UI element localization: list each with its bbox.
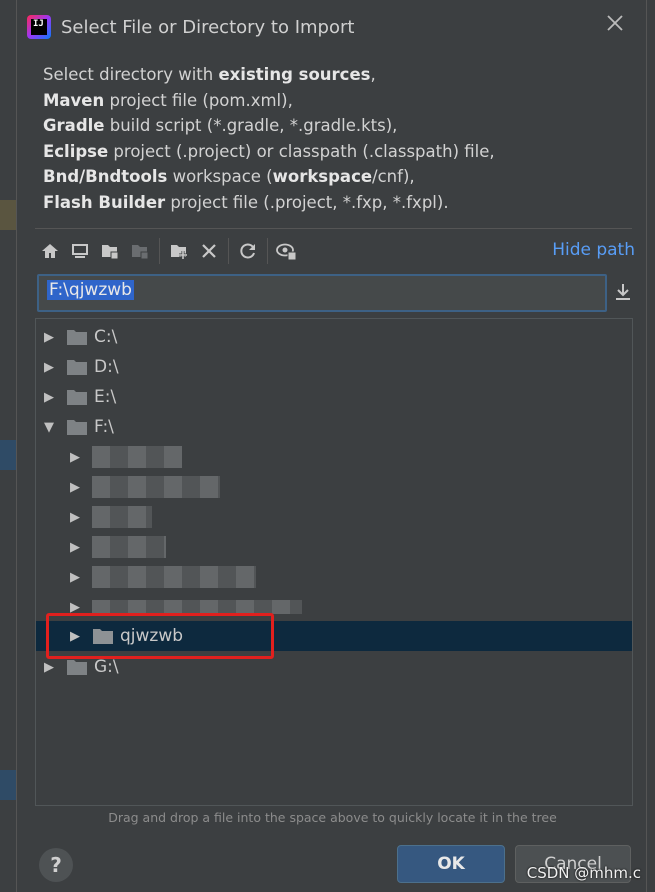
- expand-arrow-icon[interactable]: ▶: [42, 330, 56, 345]
- show-hidden-icon[interactable]: [272, 236, 302, 266]
- expand-arrow-icon[interactable]: ▶: [42, 390, 56, 405]
- desktop-icon[interactable]: [65, 236, 95, 266]
- import-dialog: IJ Select File or Directory to Import Se…: [16, 0, 647, 892]
- tree-item-label: C:\: [94, 327, 118, 347]
- new-folder-icon[interactable]: [164, 236, 194, 266]
- folder-icon: [67, 390, 87, 405]
- expand-arrow-icon[interactable]: ▶: [68, 540, 82, 555]
- download-icon[interactable]: [611, 280, 637, 306]
- redacted-folder: [92, 476, 220, 498]
- delete-icon[interactable]: [194, 236, 224, 266]
- tree-item-c[interactable]: ▶ C:\: [36, 322, 632, 352]
- list-item[interactable]: ▶: [36, 532, 632, 562]
- list-item[interactable]: ▶: [36, 442, 632, 472]
- tree-item-d[interactable]: ▶ D:\: [36, 352, 632, 382]
- list-item[interactable]: ▶: [36, 472, 632, 502]
- redacted-folder: [92, 446, 182, 468]
- tree-item-label: D:\: [94, 357, 119, 377]
- redacted-folder: [92, 536, 166, 558]
- tree-item-e[interactable]: ▶ E:\: [36, 382, 632, 412]
- ide-background-right: [647, 0, 655, 892]
- ok-button[interactable]: OK: [397, 845, 505, 883]
- expand-arrow-icon[interactable]: ▶: [68, 510, 82, 525]
- project-folder-icon[interactable]: [95, 236, 125, 266]
- path-row: F:\qjwzwb: [37, 274, 637, 312]
- redacted-folder: [92, 506, 152, 528]
- help-button[interactable]: ?: [39, 848, 73, 882]
- ide-background-left: [0, 0, 16, 892]
- watermark: CSDN @mhm.c: [526, 864, 641, 882]
- expand-arrow-icon[interactable]: ▶: [68, 570, 82, 585]
- file-chooser-toolbar: Hide path: [35, 234, 635, 268]
- list-item[interactable]: ▶: [36, 562, 632, 592]
- close-icon[interactable]: [604, 14, 626, 36]
- dialog-titlebar: IJ Select File or Directory to Import: [17, 0, 646, 54]
- module-folder-icon[interactable]: [125, 236, 155, 266]
- tree-item-label: G:\: [94, 657, 119, 677]
- refresh-icon[interactable]: [233, 236, 263, 266]
- import-description: Select directory with existing sources, …: [43, 65, 495, 212]
- annotation-highlight-box: [46, 613, 274, 659]
- drag-drop-hint: Drag and drop a file into the space abov…: [108, 810, 557, 825]
- tree-item-label: E:\: [94, 387, 117, 407]
- intellij-logo-icon: IJ: [27, 15, 51, 39]
- expand-arrow-icon[interactable]: ▶: [42, 660, 56, 675]
- tree-item-label: F:\: [94, 417, 114, 437]
- dialog-title: Select File or Directory to Import: [61, 16, 355, 38]
- expand-arrow-icon[interactable]: ▶: [68, 480, 82, 495]
- file-tree[interactable]: ▶ C:\ ▶ D:\ ▶ E:\ ▼ F:\ ▶ ▶ ▶ ▶ ▶ ▶ ▶ qj…: [35, 318, 633, 806]
- redacted-folder: [92, 600, 302, 614]
- home-icon[interactable]: [35, 236, 65, 266]
- collapse-arrow-icon[interactable]: ▼: [42, 420, 56, 435]
- expand-arrow-icon[interactable]: ▶: [68, 450, 82, 465]
- path-value: F:\qjwzwb: [47, 280, 134, 300]
- folder-icon: [67, 360, 87, 375]
- tree-item-f[interactable]: ▼ F:\: [36, 412, 632, 442]
- expand-arrow-icon[interactable]: ▶: [42, 360, 56, 375]
- list-item[interactable]: ▶: [36, 502, 632, 532]
- folder-icon: [67, 330, 87, 345]
- folder-icon: [67, 660, 87, 675]
- hide-path-link[interactable]: Hide path: [552, 240, 635, 260]
- divider: [35, 228, 632, 229]
- redacted-folder: [92, 566, 256, 588]
- folder-icon: [67, 420, 87, 435]
- path-input[interactable]: F:\qjwzwb: [37, 274, 607, 312]
